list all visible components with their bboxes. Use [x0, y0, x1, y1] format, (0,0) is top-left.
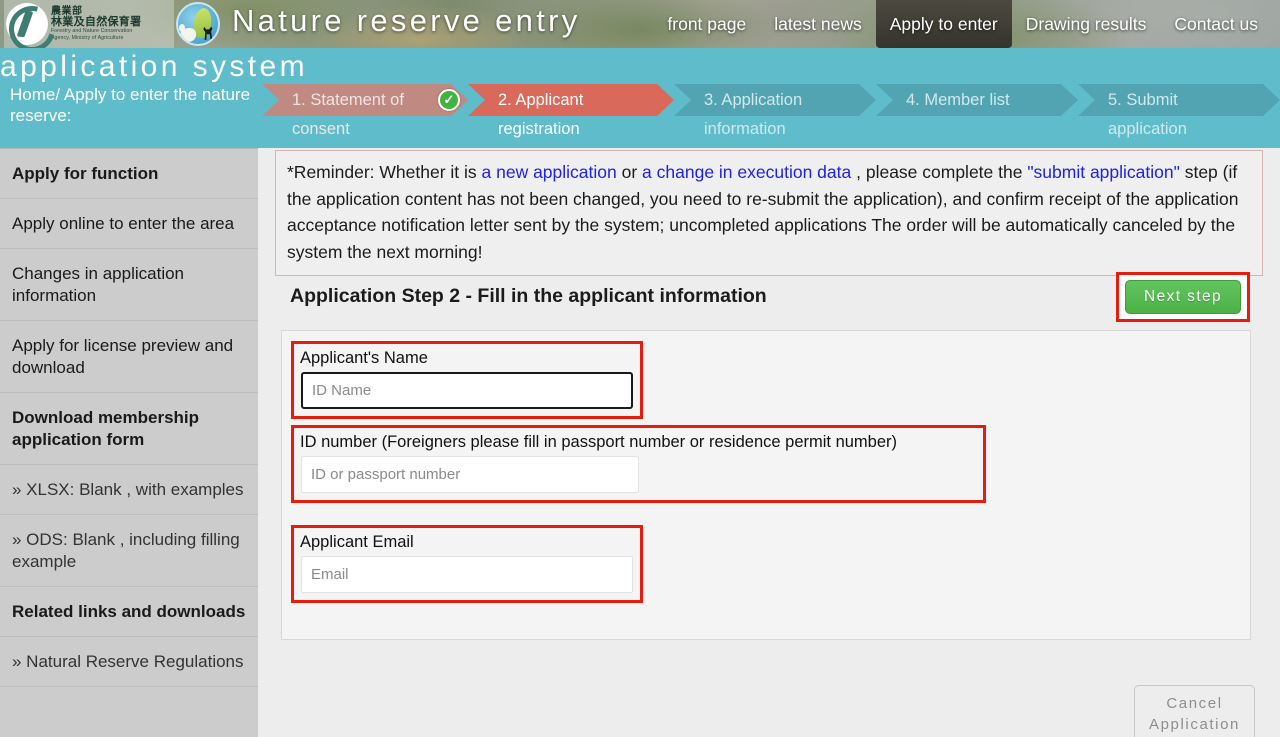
step-item-2-sublabel: registration	[498, 120, 580, 138]
sidebar-item-changes-in-application[interactable]: Changes in application information	[0, 249, 258, 321]
agency-name-cn-line2: 林業及自然保育署	[51, 16, 142, 29]
id-number-input[interactable]	[301, 456, 639, 493]
id-number-field-group: ID number (Foreigners please fill in pas…	[291, 425, 986, 503]
step-item-4-label: 4. Member list	[906, 90, 1010, 109]
agency-logo[interactable]: 農業部 林業及自然保育署 Forestry and Nature Conserv…	[4, 0, 174, 48]
bird-icon	[179, 24, 196, 42]
top-navigation: front page latest news Apply to enter Dr…	[653, 0, 1272, 48]
reminder-text-3: , please complete the	[851, 162, 1028, 182]
site-banner: 農業部 林業及自然保育署 Forestry and Nature Conserv…	[0, 0, 1280, 48]
cancel-application-line1: Cancel	[1166, 695, 1223, 712]
nature-reserve-badge-icon	[176, 2, 220, 46]
applicant-name-input[interactable]	[301, 372, 633, 409]
sidebar-item-download-membership-form[interactable]: Download membership application form	[0, 393, 258, 465]
step-progress-bar: 1. Statement of ✓ consent 2. Applicant r…	[262, 84, 1280, 148]
applicant-email-label: Applicant Email	[300, 533, 414, 551]
reminder-text-2: or	[616, 162, 643, 182]
nav-apply-to-enter-label: Apply to enter	[889, 13, 998, 34]
agency-logo-text: 農業部 林業及自然保育署 Forestry and Nature Conserv…	[51, 7, 141, 40]
applicant-email-input[interactable]	[301, 556, 633, 593]
sidebar-item-license-preview[interactable]: Apply for license preview and download	[0, 321, 258, 393]
reminder-link-submit-application[interactable]: "submit application"	[1027, 162, 1180, 182]
reminder-link-change-execution-data[interactable]: a change in execution data	[642, 162, 851, 182]
breadcrumb: Home/ Apply to enter the nature reserve:	[10, 85, 251, 125]
step-item-3-label: 3. Application	[704, 90, 803, 109]
nav-apply-to-enter[interactable]: Apply to enter	[875, 0, 1012, 48]
id-number-label: ID number (Foreigners please fill in pas…	[300, 433, 898, 451]
sidebar-item-ods-blank[interactable]: » ODS: Blank , including filling example	[0, 515, 258, 587]
step-item-1-sublabel: consent	[292, 120, 350, 138]
step-item-2[interactable]: 2. Applicant	[468, 84, 674, 116]
applicant-email-field-group: Applicant Email	[291, 525, 643, 603]
sidebar-item-xlsx-blank[interactable]: » XLSX: Blank , with examples	[0, 465, 258, 515]
cancel-application-line2: Application	[1149, 716, 1240, 733]
step-item-5-label: 5. Submit	[1108, 90, 1178, 109]
applicant-name-field-group: Applicant's Name	[291, 341, 643, 419]
step-item-5-sublabel: application	[1108, 120, 1187, 138]
nav-contact-us[interactable]: Contact us	[1160, 0, 1272, 48]
step-item-5[interactable]: 5. Submit	[1078, 84, 1280, 116]
step-1-check-icon: ✓	[438, 89, 460, 111]
sidebar: Apply for function Apply online to enter…	[0, 148, 258, 737]
sidebar-item-apply-online[interactable]: Apply online to enter the area	[0, 199, 258, 249]
step-item-4[interactable]: 4. Member list	[876, 84, 1078, 116]
applicant-name-label: Applicant's Name	[300, 349, 428, 367]
main-content: *Reminder: Whether it is a new applicati…	[258, 148, 1280, 737]
reminder-text-1: *Reminder: Whether it is	[287, 162, 482, 182]
step-item-1-label: 1. Statement of	[292, 90, 404, 109]
next-step-button[interactable]: Next step	[1125, 280, 1242, 314]
nav-drawing-results[interactable]: Drawing results	[1012, 0, 1161, 48]
step-item-3-sublabel: information	[704, 120, 786, 138]
applicant-form-card: Applicant's Name ID number (Foreigners p…	[281, 330, 1251, 640]
nav-front-page[interactable]: front page	[653, 0, 760, 48]
site-title-line2: application system	[0, 50, 308, 83]
site-title: Nature reserve entry	[232, 3, 581, 38]
page-title: Application Step 2 - Fill in the applica…	[290, 285, 767, 307]
nav-latest-news[interactable]: latest news	[760, 0, 876, 48]
teal-header-band: application system Home/ Apply to enter …	[0, 48, 1280, 148]
step-item-2-label: 2. Applicant	[498, 90, 584, 109]
reminder-link-new-application[interactable]: a new application	[482, 162, 617, 182]
agency-name-en-line1: Forestry and Nature Conservation	[51, 28, 133, 35]
step-item-3[interactable]: 3. Application	[674, 84, 876, 116]
sidebar-item-natural-reserve-regulations[interactable]: » Natural Reserve Regulations	[0, 637, 258, 687]
agency-name-en-line2: Agency, Ministry of Agriculture	[51, 34, 124, 41]
nav-drawing-results-label: Drawing results	[1025, 13, 1147, 34]
cancel-application-button[interactable]: Cancel Application	[1134, 685, 1255, 737]
agency-emblem-icon	[6, 3, 48, 45]
sidebar-item-apply-for-function[interactable]: Apply for function	[0, 149, 258, 199]
sidebar-item-related-links[interactable]: Related links and downloads	[0, 587, 258, 637]
reminder-notice: *Reminder: Whether it is a new applicati…	[275, 150, 1263, 276]
next-step-highlight: Next step	[1116, 272, 1251, 322]
page-root: 農業部 林業及自然保育署 Forestry and Nature Conserv…	[0, 0, 1280, 737]
